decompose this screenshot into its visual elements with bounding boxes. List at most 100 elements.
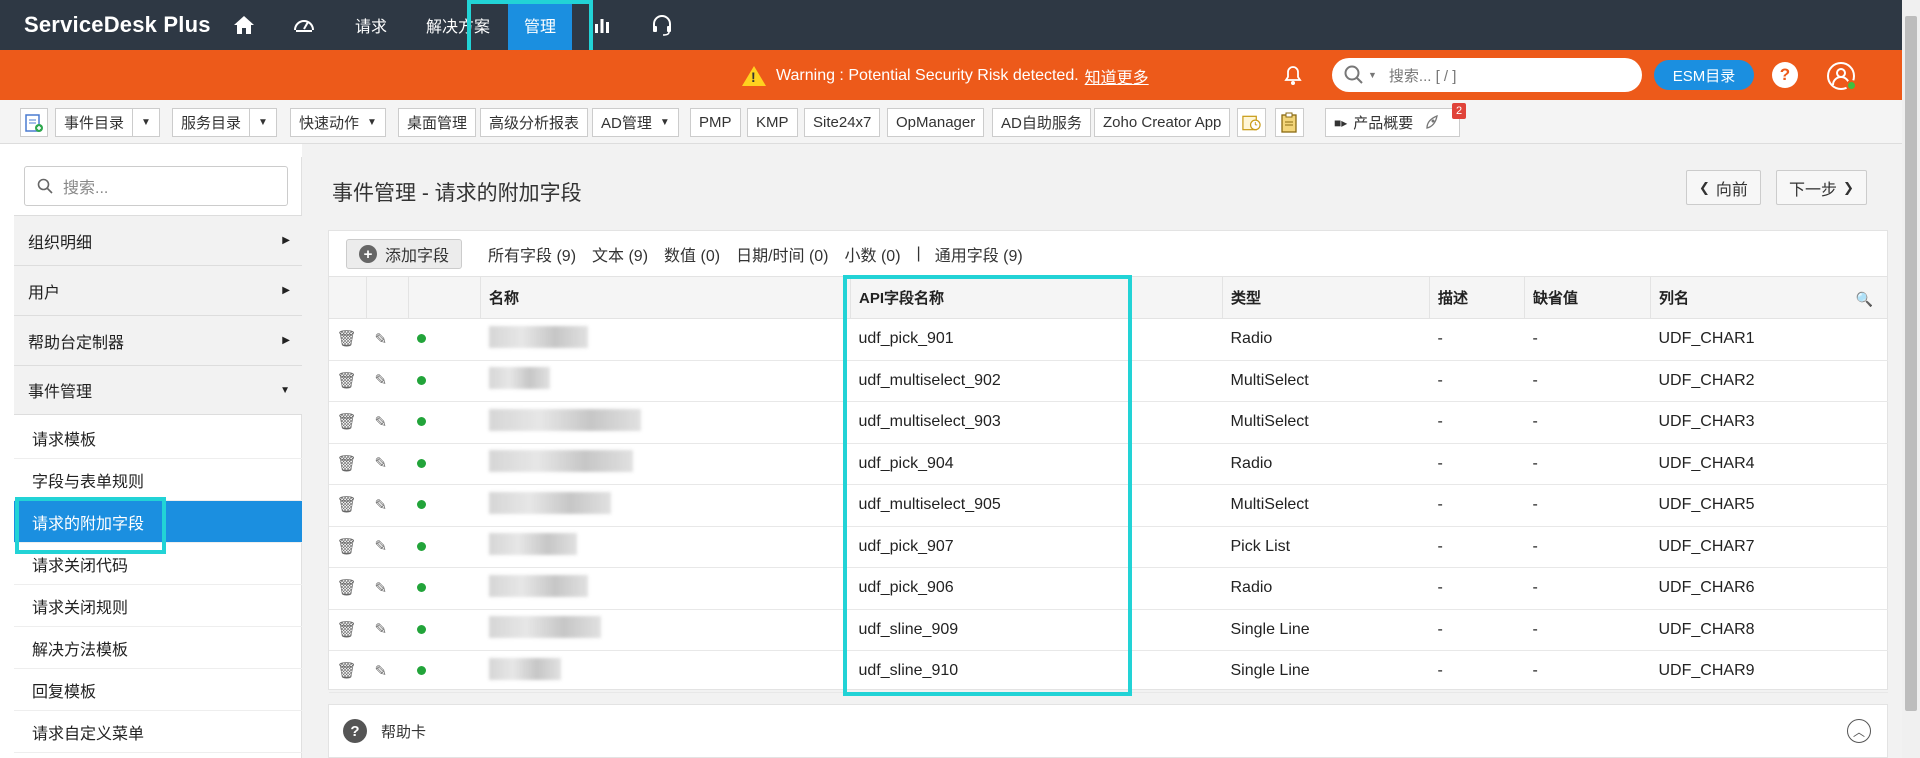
trash-icon[interactable]: 🗑 (337, 539, 357, 556)
table-row[interactable]: 🗑 ✎ udf_sline_909 Single Line - - UDF_CHAR8 (328, 609, 1888, 651)
description-cell: - (1429, 484, 1525, 527)
table-row[interactable]: 🗑 ✎ udf_multiselect_905 MultiSelect - - UDF_CH… (328, 484, 1888, 527)
table-row[interactable]: 🗑 ✎ udf_pick_906 Radio - - UDF_CHAR6 (328, 567, 1888, 610)
edit-icon[interactable]: ✎ (375, 372, 388, 389)
help-card[interactable]: ? 帮助卡 ︿ (328, 704, 1888, 758)
quick-actions-button[interactable]: 快速动作 ▼ (290, 108, 386, 137)
sidebar-item-closure-rules[interactable]: 请求关闭规则 (14, 585, 302, 627)
home-icon[interactable] (214, 0, 274, 50)
filter-numeric[interactable]: 数值 (0) (664, 242, 720, 266)
sidebar-item-custom-menu[interactable]: 请求自定义菜单 (14, 711, 302, 753)
pmp-button[interactable]: PMP (690, 108, 741, 137)
chart-icon[interactable] (572, 0, 632, 50)
trash-icon[interactable]: 🗑 (337, 580, 357, 597)
edit-icon[interactable]: ✎ (375, 663, 388, 680)
table-row[interactable]: 🗑 ✎ udf_pick_901 Radio - - UDF_CHAR1 (328, 318, 1888, 361)
next-button[interactable]: 下一步 ❯ (1776, 170, 1867, 205)
edit-icon[interactable]: ✎ (375, 621, 388, 638)
history-icon[interactable] (1237, 108, 1266, 137)
page-scrollbar[interactable] (1902, 0, 1920, 758)
api-name-cell: udf_pick_904 (850, 443, 1223, 485)
previous-button[interactable]: ❮ 向前 (1686, 170, 1761, 205)
ad-selfservice-button[interactable]: AD自助服务 (992, 108, 1091, 137)
add-field-button[interactable]: + 添加字段 (346, 239, 463, 269)
column-header-column-name[interactable]: 列名 🔍 (1650, 276, 1888, 319)
global-search-input[interactable]: ▼ 搜索... [ / ] (1332, 58, 1642, 92)
trash-icon[interactable]: 🗑 (337, 373, 357, 390)
learn-more-link[interactable]: 知道更多 (1085, 64, 1149, 88)
trash-icon[interactable]: 🗑 (337, 622, 357, 639)
headset-icon[interactable] (632, 0, 692, 50)
table-row[interactable]: 🗑 ✎ udf_pick_904 Radio - - UDF_CHAR4 (328, 443, 1888, 485)
sidebar-item-request-templates[interactable]: 请求模板 (14, 417, 302, 459)
new-request-icon[interactable] (20, 108, 48, 137)
status-cell (408, 609, 481, 651)
sidebar-search-input[interactable]: 搜索... (24, 166, 288, 206)
column-header-default[interactable]: 缺省值 (1524, 276, 1651, 319)
zoho-creator-button[interactable]: Zoho Creator App (1094, 108, 1231, 137)
trash-icon[interactable]: 🗑 (337, 414, 357, 431)
trash-icon[interactable]: 🗑 (337, 331, 357, 348)
table-row[interactable]: 🗑 ✎ udf_sline_910 Single Line - - UDF_CHAR9 (328, 650, 1888, 693)
filter-decimal[interactable]: 小数 (0) (845, 242, 901, 266)
bell-icon[interactable] (1282, 62, 1304, 86)
desktop-management-button[interactable]: 桌面管理 (398, 108, 477, 137)
sidebar-item-closure-codes[interactable]: 请求关闭代码 (14, 543, 302, 585)
edit-icon[interactable]: ✎ (375, 497, 388, 514)
column-header-description[interactable]: 描述 (1429, 276, 1525, 319)
ad-management-button[interactable]: AD管理 ▼ (592, 108, 679, 137)
table-row[interactable]: 🗑 ✎ udf_multiselect_902 MultiSelect - - UDF_CH… (328, 360, 1888, 402)
nav-solutions[interactable]: 解决方案 (408, 0, 508, 50)
nav-requests[interactable]: 请求 (334, 0, 408, 50)
edit-icon[interactable]: ✎ (375, 580, 388, 597)
filter-text[interactable]: 文本 (9) (592, 242, 648, 266)
help-icon[interactable]: ? (1772, 62, 1798, 88)
kmp-button[interactable]: KMP (747, 108, 798, 137)
filter-datetime[interactable]: 日期/时间 (0) (736, 242, 828, 266)
edit-icon[interactable]: ✎ (375, 331, 388, 348)
scrollbar-thumb[interactable] (1905, 16, 1917, 711)
event-catalog-button[interactable]: 事件目录 ▼ (55, 108, 160, 137)
trash-icon[interactable]: 🗑 (337, 456, 357, 473)
type-cell: Radio (1222, 318, 1430, 361)
nav-admin[interactable]: 管理 (508, 0, 572, 50)
sidebar-item-resolution-templates[interactable]: 解决方法模板 (14, 627, 302, 669)
magnifier-icon[interactable]: 🔍 (1856, 291, 1873, 308)
table-header-row: 名称 API字段名称 类型 描述 缺省值 列名 🔍 (328, 276, 1888, 319)
product-overview-button[interactable]: ■▸ 产品概要 (1325, 108, 1460, 137)
sidebar-item-reply-templates[interactable]: 回复模板 (14, 669, 302, 711)
sidebar-group-incident-management[interactable]: 事件管理 ▼ (14, 365, 302, 415)
filter-all-fields[interactable]: 所有字段 (9) (488, 242, 576, 266)
user-icon[interactable] (1827, 62, 1857, 91)
sidebar-item-field-form-rules[interactable]: 字段与表单规则 (14, 459, 302, 501)
chevron-right-icon: ❯ (1843, 179, 1854, 195)
service-catalog-button[interactable]: 服务目录 ▼ (172, 108, 277, 137)
clipboard-icon[interactable] (1275, 108, 1304, 137)
trash-icon[interactable]: 🗑 (337, 497, 357, 514)
edit-icon[interactable]: ✎ (375, 414, 388, 431)
redacted-name (488, 367, 550, 390)
table-row[interactable]: 🗑 ✎ udf_pick_907 Pick List - - UDF_CHAR7 (328, 526, 1888, 568)
search-dropdown-caret[interactable]: ▼ (1368, 70, 1377, 80)
filter-common-fields[interactable]: 通用字段 (9) (935, 242, 1023, 266)
sidebar-item-additional-fields[interactable]: 请求的附加字段 (14, 501, 302, 543)
dashboard-icon[interactable] (274, 0, 334, 50)
sidebar-group-helpdesk-customizer[interactable]: 帮助台定制器 ▶ (14, 315, 302, 365)
collapse-icon[interactable]: ︿ (1847, 719, 1871, 743)
edit-icon[interactable]: ✎ (375, 538, 388, 555)
advanced-reports-button[interactable]: 高级分析报表 (480, 108, 589, 137)
api-name-cell: udf_pick_906 (850, 567, 1223, 610)
opmanager-button[interactable]: OpManager (887, 108, 985, 137)
table-row[interactable]: 🗑 ✎ udf_multiselect_903 MultiSelect - - UDF_CH… (328, 401, 1888, 444)
column-header-name[interactable]: 名称 (480, 276, 851, 319)
site24x7-button[interactable]: Site24x7 (804, 108, 881, 137)
sidebar-group-org-details[interactable]: 组织明细 ▶ (14, 215, 302, 265)
edit-cell: ✎ (366, 443, 409, 485)
trash-icon[interactable]: 🗑 (337, 663, 357, 680)
app-logo[interactable]: ServiceDesk Plus (24, 12, 214, 38)
column-header-api-name[interactable]: API字段名称 (850, 276, 1223, 319)
edit-icon[interactable]: ✎ (375, 455, 388, 472)
esm-catalog-button[interactable]: ESM目录 (1654, 60, 1754, 90)
sidebar-group-users[interactable]: 用户 ▶ (14, 265, 302, 315)
column-header-type[interactable]: 类型 (1222, 276, 1430, 319)
